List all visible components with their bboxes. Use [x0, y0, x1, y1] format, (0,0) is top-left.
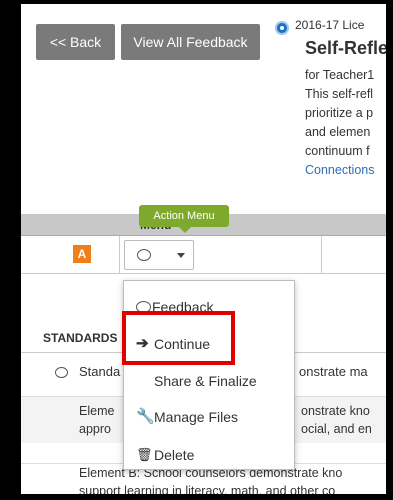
- connections-link[interactable]: Connections: [305, 161, 375, 180]
- menu-item-label: Delete: [154, 447, 195, 463]
- menu-item-label: Share & Finalize: [154, 373, 257, 389]
- back-button[interactable]: << Back: [36, 24, 115, 60]
- element-a-text: appro: [79, 422, 111, 436]
- trash-icon: 🗑: [136, 447, 153, 462]
- description-line: and elemen: [305, 125, 371, 139]
- menu-item-share-finalize[interactable]: Share & Finalize: [124, 367, 294, 395]
- speech-bubble-icon[interactable]: [55, 367, 68, 378]
- column-divider: [321, 236, 322, 274]
- app-frame: << Back View All Feedback 2016-17 Lice S…: [21, 4, 386, 494]
- menu-item-manage-files[interactable]: 🔧 Manage Files: [124, 403, 294, 431]
- status-dot-icon: [275, 21, 289, 35]
- element-a-text: Eleme: [79, 404, 115, 418]
- standard-row-text: Standa: [79, 364, 121, 379]
- menu-item-delete[interactable]: 🗑 Delete: [124, 441, 294, 469]
- level-badge: A: [73, 245, 91, 263]
- standard-row-text-right: onstrate ma: [299, 364, 368, 379]
- view-all-feedback-button[interactable]: View All Feedback: [121, 24, 260, 60]
- action-menu-dropdown: Feedback ➔ Continue Share & Finalize 🔧 M…: [123, 280, 295, 470]
- menu-item-label: Manage Files: [154, 409, 239, 425]
- description-line: for Teacher1: [305, 68, 375, 82]
- speech-bubble-icon: [137, 249, 151, 261]
- continue-highlight-box: [122, 311, 235, 365]
- document-label: 2016-17 Lice: [295, 18, 365, 32]
- element-a-text-right: onstrate kno: [301, 404, 370, 418]
- standards-header: STANDARDS: [43, 331, 118, 345]
- description-line: continuum f: [305, 144, 370, 158]
- element-b-text: support learning in literacy, math, and …: [79, 484, 336, 494]
- document-title: Self-Refle: [305, 38, 386, 58]
- column-divider: [119, 236, 120, 274]
- caret-down-icon: [177, 253, 185, 258]
- element-a-text-right: ocial, and en: [301, 422, 372, 436]
- wrench-icon: 🔧: [136, 408, 155, 425]
- description-line: This self-refl: [305, 87, 374, 101]
- action-menu-tooltip: Action Menu: [139, 205, 229, 233]
- action-menu-button[interactable]: [124, 240, 194, 270]
- description-line: prioritize a p: [305, 106, 374, 120]
